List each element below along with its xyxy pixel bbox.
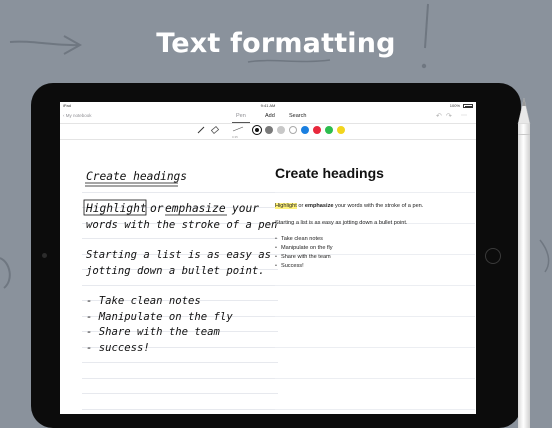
- more-icon[interactable]: ⋯: [461, 112, 467, 119]
- clock: 9:41 AM: [260, 103, 276, 108]
- battery-icon: [463, 104, 473, 108]
- redo-icon[interactable]: ↷: [446, 112, 452, 120]
- back-button[interactable]: ‹ My notebook: [63, 113, 92, 118]
- text-paragraph-1: Highlight or emphasize your words with t…: [275, 203, 423, 209]
- bullet-list: Take clean notes Manipulate on the fly S…: [275, 236, 333, 272]
- text-p1-rest: your words with the stroke of a pen.: [333, 203, 424, 209]
- text-heading: Create headings: [275, 165, 384, 181]
- color-swatch-green[interactable]: [325, 126, 333, 134]
- front-camera: [42, 253, 47, 258]
- list-item: Manipulate on the fly: [275, 245, 333, 254]
- ruled-line: [275, 347, 475, 348]
- list-item: Success!: [275, 263, 333, 272]
- ruled-line: [275, 378, 475, 379]
- tab-pen[interactable]: Pen: [232, 113, 250, 123]
- battery-percent: 100%: [449, 103, 460, 108]
- undo-icon[interactable]: ↶: [436, 112, 442, 120]
- hw-heading: Create headings: [86, 170, 187, 183]
- hw-highlight: Highlight: [85, 202, 147, 215]
- eraser-icon[interactable]: [210, 125, 220, 135]
- text-or: or: [296, 203, 305, 209]
- home-button[interactable]: [485, 248, 501, 264]
- status-bar: iPad 9:41 AM 100%: [60, 102, 476, 109]
- converted-text-panel[interactable]: Create headings Highlight or emphasize y…: [275, 152, 476, 414]
- hw-item: - success!: [86, 342, 150, 354]
- tab-search[interactable]: Search: [289, 113, 306, 119]
- color-swatch-gray[interactable]: [265, 126, 273, 134]
- nav-bar: ‹ My notebook Pen Add Search ↶ ↷ ⋯: [60, 109, 476, 124]
- ruled-line: [275, 316, 475, 317]
- color-swatch-black[interactable]: [252, 125, 262, 135]
- ruled-line: [275, 192, 475, 193]
- hw-heading-underline: [85, 182, 178, 187]
- stroke-size-icon[interactable]: [232, 125, 244, 133]
- hw-item: - Manipulate on the fly: [86, 311, 233, 323]
- tab-add[interactable]: Add: [265, 113, 275, 119]
- apple-pencil: [517, 98, 531, 428]
- color-swatch-lightgray[interactable]: [277, 126, 285, 134]
- color-swatch-blue[interactable]: [301, 126, 309, 134]
- app-screen: iPad 9:41 AM 100% ‹ My notebook Pen Add …: [60, 102, 476, 414]
- ruled-line: [275, 409, 475, 410]
- handwriting-canvas[interactable]: Create headings Highlight or emphasize y…: [82, 152, 278, 414]
- stroke-size-label: 0.35: [232, 135, 238, 139]
- list-item: Take clean notes: [275, 236, 333, 245]
- color-swatch-red[interactable]: [313, 126, 321, 134]
- hw-line4: jotting down a bullet point.: [86, 265, 265, 277]
- hw-your: your: [231, 202, 259, 215]
- ruled-line: [275, 285, 475, 286]
- list-item: Share with the team: [275, 254, 333, 263]
- hw-line2: words with the stroke of a pen.: [86, 219, 278, 231]
- headline: Text formatting: [156, 28, 396, 59]
- color-swatch-white[interactable]: [289, 126, 297, 134]
- back-label: My notebook: [65, 113, 92, 118]
- pen-icon[interactable]: [196, 125, 206, 135]
- bold-word: emphasize: [304, 203, 334, 209]
- color-swatch-yellow[interactable]: [337, 126, 345, 134]
- handwritten-notes: Create headings Highlight or emphasize y…: [83, 170, 278, 354]
- hw-or: or: [150, 202, 164, 215]
- highlighted-word: Highlight: [275, 203, 297, 209]
- text-paragraph-2: Starting a list is as easy as jotting do…: [275, 220, 408, 226]
- hw-item: - Take clean notes: [86, 295, 201, 307]
- pen-toolbar: 0.35: [60, 123, 476, 140]
- hw-emphasize: emphasize: [165, 202, 226, 215]
- hw-item: - Share with the team: [86, 326, 221, 338]
- hw-line3: Starting a list is as easy as: [86, 249, 271, 261]
